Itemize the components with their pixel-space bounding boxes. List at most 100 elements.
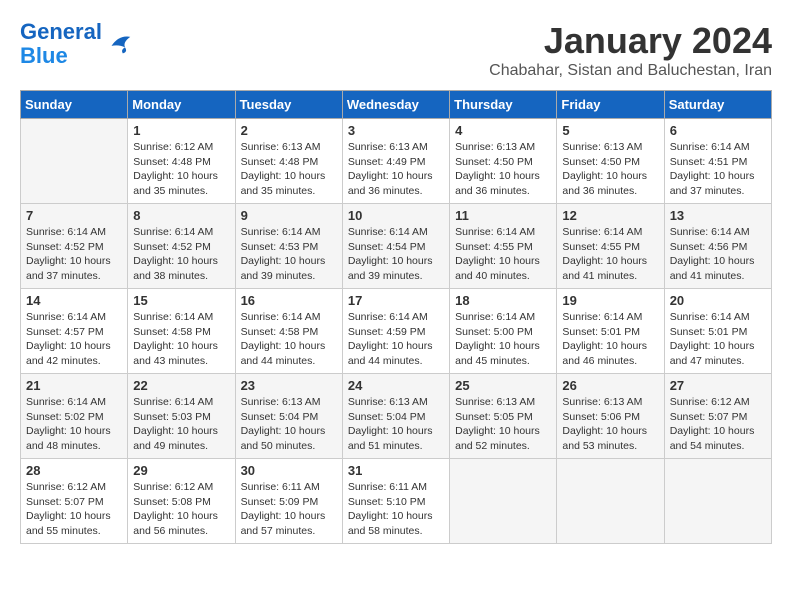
calendar-cell: 15Sunrise: 6:14 AM Sunset: 4:58 PM Dayli… [128, 289, 235, 374]
day-info: Sunrise: 6:13 AM Sunset: 4:50 PM Dayligh… [562, 140, 658, 199]
calendar-cell: 7 Sunrise: 6:14 AM Sunset: 4:52 PM Daylig… [21, 204, 128, 289]
day-info: Sunrise: 6:14 AM Sunset: 4:55 PM Dayligh… [562, 225, 658, 284]
day-number: 31 [348, 463, 444, 478]
calendar-cell: 26Sunrise: 6:13 AM Sunset: 5:06 PM Dayli… [557, 374, 664, 459]
day-info: Sunrise: 6:14 AM Sunset: 5:02 PM Dayligh… [26, 395, 122, 454]
weekday-header: Monday [128, 91, 235, 119]
day-info: Sunrise: 6:14 AM Sunset: 4:56 PM Dayligh… [670, 225, 766, 284]
day-number: 10 [348, 208, 444, 223]
day-number: 20 [670, 293, 766, 308]
calendar-week-row: 1 Sunrise: 6:12 AM Sunset: 4:48 PM Daylig… [21, 119, 772, 204]
day-number: 6 [670, 123, 766, 138]
calendar-cell: 6Sunrise: 6:14 AM Sunset: 4:51 PM Daylig… [664, 119, 771, 204]
calendar-cell: 5 Sunrise: 6:13 AM Sunset: 4:50 PM Daylig… [557, 119, 664, 204]
day-number: 29 [133, 463, 229, 478]
calendar-cell: 30 Sunrise: 6:11 AM Sunset: 5:09 PM Dayli… [235, 459, 342, 544]
day-number: 8 [133, 208, 229, 223]
day-info: Sunrise: 6:12 AM Sunset: 4:48 PM Dayligh… [133, 140, 229, 199]
day-number: 7 [26, 208, 122, 223]
weekday-header: Sunday [21, 91, 128, 119]
calendar-cell: 25Sunrise: 6:13 AM Sunset: 5:05 PM Dayli… [450, 374, 557, 459]
day-number: 27 [670, 378, 766, 393]
weekday-header: Wednesday [342, 91, 449, 119]
day-number: 16 [241, 293, 337, 308]
calendar-header-row: SundayMondayTuesdayWednesdayThursdayFrid… [21, 91, 772, 119]
logo: GeneralBlue [20, 20, 134, 68]
day-info: Sunrise: 6:13 AM Sunset: 4:49 PM Dayligh… [348, 140, 444, 199]
day-info: Sunrise: 6:12 AM Sunset: 5:07 PM Dayligh… [670, 395, 766, 454]
calendar-cell: 10Sunrise: 6:14 AM Sunset: 4:54 PM Dayli… [342, 204, 449, 289]
title-block: January 2024 Chabahar, Sistan and Baluch… [489, 20, 772, 80]
day-info: Sunrise: 6:14 AM Sunset: 4:52 PM Dayligh… [26, 225, 122, 284]
day-number: 9 [241, 208, 337, 223]
calendar-cell [557, 459, 664, 544]
calendar-cell: 14 Sunrise: 6:14 AM Sunset: 4:57 PM Dayli… [21, 289, 128, 374]
day-number: 11 [455, 208, 551, 223]
weekday-header: Tuesday [235, 91, 342, 119]
day-info: Sunrise: 6:14 AM Sunset: 5:00 PM Dayligh… [455, 310, 551, 369]
day-number: 26 [562, 378, 658, 393]
day-info: Sunrise: 6:13 AM Sunset: 4:50 PM Dayligh… [455, 140, 551, 199]
day-number: 24 [348, 378, 444, 393]
day-number: 17 [348, 293, 444, 308]
day-info: Sunrise: 6:12 AM Sunset: 5:07 PM Dayligh… [26, 480, 122, 539]
calendar-cell: 13 Sunrise: 6:14 AM Sunset: 4:56 PM Dayli… [664, 204, 771, 289]
day-info: Sunrise: 6:13 AM Sunset: 5:04 PM Dayligh… [348, 395, 444, 454]
calendar-week-row: 14 Sunrise: 6:14 AM Sunset: 4:57 PM Dayli… [21, 289, 772, 374]
day-info: Sunrise: 6:14 AM Sunset: 4:57 PM Dayligh… [26, 310, 122, 369]
logo-text: GeneralBlue [20, 20, 102, 68]
weekday-header: Saturday [664, 91, 771, 119]
calendar-cell: 27 Sunrise: 6:12 AM Sunset: 5:07 PM Dayli… [664, 374, 771, 459]
day-number: 19 [562, 293, 658, 308]
calendar-cell: 8 Sunrise: 6:14 AM Sunset: 4:52 PM Daylig… [128, 204, 235, 289]
day-number: 14 [26, 293, 122, 308]
day-number: 13 [670, 208, 766, 223]
calendar-cell: 3 Sunrise: 6:13 AM Sunset: 4:49 PM Daylig… [342, 119, 449, 204]
day-number: 25 [455, 378, 551, 393]
calendar-cell [21, 119, 128, 204]
day-info: Sunrise: 6:14 AM Sunset: 4:58 PM Dayligh… [241, 310, 337, 369]
day-number: 28 [26, 463, 122, 478]
day-number: 2 [241, 123, 337, 138]
calendar-cell: 28 Sunrise: 6:12 AM Sunset: 5:07 PM Dayli… [21, 459, 128, 544]
calendar-cell: 20 Sunrise: 6:14 AM Sunset: 5:01 PM Dayli… [664, 289, 771, 374]
calendar-week-row: 7 Sunrise: 6:14 AM Sunset: 4:52 PM Daylig… [21, 204, 772, 289]
weekday-header: Thursday [450, 91, 557, 119]
day-info: Sunrise: 6:14 AM Sunset: 4:55 PM Dayligh… [455, 225, 551, 284]
calendar-cell: 22Sunrise: 6:14 AM Sunset: 5:03 PM Dayli… [128, 374, 235, 459]
calendar-subtitle: Chabahar, Sistan and Baluchestan, Iran [489, 62, 772, 80]
day-number: 5 [562, 123, 658, 138]
day-info: Sunrise: 6:14 AM Sunset: 4:53 PM Dayligh… [241, 225, 337, 284]
day-info: Sunrise: 6:14 AM Sunset: 5:01 PM Dayligh… [670, 310, 766, 369]
day-number: 15 [133, 293, 229, 308]
day-number: 1 [133, 123, 229, 138]
calendar-cell: 16 Sunrise: 6:14 AM Sunset: 4:58 PM Dayli… [235, 289, 342, 374]
calendar-cell: 9 Sunrise: 6:14 AM Sunset: 4:53 PM Daylig… [235, 204, 342, 289]
day-info: Sunrise: 6:14 AM Sunset: 4:59 PM Dayligh… [348, 310, 444, 369]
calendar-cell: 29Sunrise: 6:12 AM Sunset: 5:08 PM Dayli… [128, 459, 235, 544]
calendar-cell: 11 Sunrise: 6:14 AM Sunset: 4:55 PM Dayli… [450, 204, 557, 289]
day-info: Sunrise: 6:14 AM Sunset: 5:01 PM Dayligh… [562, 310, 658, 369]
calendar-cell: 31 Sunrise: 6:11 AM Sunset: 5:10 PM Dayli… [342, 459, 449, 544]
logo-bird-icon [104, 29, 134, 59]
calendar-cell: 24 Sunrise: 6:13 AM Sunset: 5:04 PM Dayli… [342, 374, 449, 459]
calendar-table: SundayMondayTuesdayWednesdayThursdayFrid… [20, 90, 772, 544]
day-info: Sunrise: 6:11 AM Sunset: 5:09 PM Dayligh… [241, 480, 337, 539]
day-number: 21 [26, 378, 122, 393]
calendar-cell: 17 Sunrise: 6:14 AM Sunset: 4:59 PM Dayli… [342, 289, 449, 374]
calendar-cell: 23Sunrise: 6:13 AM Sunset: 5:04 PM Dayli… [235, 374, 342, 459]
calendar-cell [664, 459, 771, 544]
calendar-cell: 12 Sunrise: 6:14 AM Sunset: 4:55 PM Dayli… [557, 204, 664, 289]
day-number: 3 [348, 123, 444, 138]
weekday-header: Friday [557, 91, 664, 119]
day-info: Sunrise: 6:14 AM Sunset: 4:52 PM Dayligh… [133, 225, 229, 284]
page-header: GeneralBlue January 2024 Chabahar, Sista… [20, 20, 772, 80]
calendar-week-row: 21 Sunrise: 6:14 AM Sunset: 5:02 PM Dayli… [21, 374, 772, 459]
calendar-cell: 21 Sunrise: 6:14 AM Sunset: 5:02 PM Dayli… [21, 374, 128, 459]
calendar-body: 1 Sunrise: 6:12 AM Sunset: 4:48 PM Daylig… [21, 119, 772, 544]
day-number: 12 [562, 208, 658, 223]
calendar-cell: 2 Sunrise: 6:13 AM Sunset: 4:48 PM Daylig… [235, 119, 342, 204]
day-number: 30 [241, 463, 337, 478]
day-info: Sunrise: 6:11 AM Sunset: 5:10 PM Dayligh… [348, 480, 444, 539]
day-info: Sunrise: 6:13 AM Sunset: 4:48 PM Dayligh… [241, 140, 337, 199]
